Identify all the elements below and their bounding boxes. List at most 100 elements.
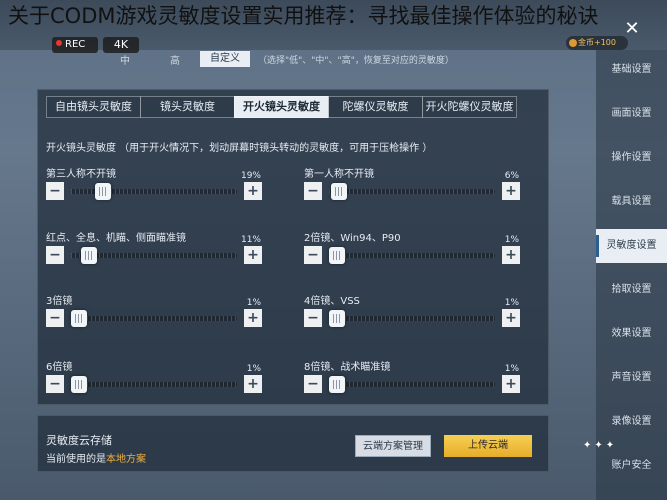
tab-firing-camera[interactable]: 开火镜头灵敏度 (234, 96, 329, 118)
increase-button[interactable]: + (502, 375, 520, 393)
slider-label: 第一人称不开镜 (304, 169, 374, 180)
cloud-storage-title: 灵敏度云存储 (46, 434, 112, 447)
sensitivity-panel: 自由镜头灵敏度 镜头灵敏度 开火镜头灵敏度 陀螺仪灵敏度 开火陀螺仪灵敏度 开火… (37, 89, 549, 405)
decrease-button[interactable]: − (46, 309, 64, 327)
increase-button[interactable]: + (244, 375, 262, 393)
quality-option-custom[interactable]: 自定义 (200, 51, 250, 67)
cloud-plan-manage-button[interactable]: 云端方案管理 (355, 435, 431, 457)
sidebar-item-controls[interactable]: 操作设置 (596, 141, 667, 175)
sidebar-item-effects[interactable]: 效果设置 (596, 317, 667, 351)
slider-value: 1% (504, 298, 519, 308)
current-plan-text: 当前使用的是本地方案 (46, 450, 146, 465)
rec-label: REC (65, 39, 86, 50)
quality-hint: （选择"低"、"中"、"高"，恢复至对应的灵敏度） (258, 55, 454, 66)
settings-sidebar: 基础设置 画面设置 操作设置 载具设置 灵敏度设置 拾取设置 效果设置 声音设置… (596, 50, 667, 500)
sparkle-icon: ✦✦✦ (583, 440, 618, 451)
decrease-button[interactable]: − (46, 246, 64, 264)
sensitivity-tab-bar: 自由镜头灵敏度 镜头灵敏度 开火镜头灵敏度 陀螺仪灵敏度 开火陀螺仪灵敏度 (46, 96, 524, 118)
increase-button[interactable]: + (244, 246, 262, 264)
current-plan-prefix: 当前使用的是 (46, 454, 106, 465)
quality-option-medium[interactable]: 中 (100, 52, 150, 67)
track-ticks (329, 253, 495, 258)
slider-group: 6倍镜 1% − + (46, 358, 262, 398)
slider-track[interactable] (329, 247, 495, 264)
slider-track[interactable] (71, 183, 237, 200)
increase-button[interactable]: + (244, 182, 262, 200)
slider-track[interactable] (329, 310, 495, 327)
slider-group: 3倍镜 1% − + (46, 292, 262, 332)
slider-value: 1% (246, 298, 261, 308)
slider-label: 6倍镜 (46, 362, 73, 373)
sidebar-item-basic[interactable]: 基础设置 (596, 53, 667, 87)
tab-camera[interactable]: 镜头灵敏度 (140, 96, 235, 118)
coin-icon (569, 39, 577, 47)
track-ticks (329, 382, 495, 387)
slider-value: 1% (504, 364, 519, 374)
decrease-button[interactable]: − (304, 246, 322, 264)
current-plan-name: 本地方案 (106, 454, 146, 465)
currency-label: 金币+100 (578, 38, 616, 47)
increase-button[interactable]: + (502, 309, 520, 327)
increase-button[interactable]: + (502, 246, 520, 264)
record-dot-icon (56, 40, 62, 46)
slider-label: 3倍镜 (46, 296, 73, 307)
slider-thumb[interactable] (329, 376, 346, 393)
tab-gyroscope[interactable]: 陀螺仪灵敏度 (328, 96, 423, 118)
slider-label: 2倍镜、Win94、P90 (304, 233, 401, 244)
sidebar-item-pickup[interactable]: 拾取设置 (596, 273, 667, 307)
track-ticks (71, 316, 237, 321)
decrease-button[interactable]: − (304, 182, 322, 200)
slider-value: 6% (504, 171, 519, 181)
slider-track[interactable] (71, 310, 237, 327)
track-ticks (329, 316, 495, 321)
decrease-button[interactable]: − (304, 309, 322, 327)
sidebar-item-sensitivity[interactable]: 灵敏度设置 (596, 229, 667, 263)
slider-value: 1% (504, 235, 519, 245)
decrease-button[interactable]: − (304, 375, 322, 393)
decrease-button[interactable]: − (46, 182, 64, 200)
slider-group: 第一人称不开镜 6% − + (304, 165, 520, 205)
slider-label: 红点、全息、机瞄、侧面瞄准镜 (46, 233, 186, 244)
slider-track[interactable] (71, 247, 237, 264)
slider-label: 4倍镜、VSS (304, 296, 360, 307)
tab-free-look[interactable]: 自由镜头灵敏度 (46, 96, 141, 118)
slider-group: 红点、全息、机瞄、侧面瞄准镜 11% − + (46, 229, 262, 269)
decrease-button[interactable]: − (46, 375, 64, 393)
section-description: 开火镜头灵敏度 （用于开火情况下，划动屏幕时镜头转动的灵敏度，可用于压枪操作 ） (46, 143, 433, 154)
sidebar-item-graphics[interactable]: 画面设置 (596, 97, 667, 131)
slider-track[interactable] (329, 376, 495, 393)
slider-group: 第三人称不开镜 19% − + (46, 165, 262, 205)
rec-badge[interactable]: REC (52, 37, 98, 53)
slider-thumb[interactable] (329, 310, 346, 327)
slider-thumb[interactable] (81, 247, 98, 264)
increase-button[interactable]: + (244, 309, 262, 327)
slider-thumb[interactable] (71, 310, 88, 327)
sidebar-item-recording[interactable]: 录像设置 (596, 405, 667, 439)
cloud-storage-panel: 灵敏度云存储 当前使用的是本地方案 云端方案管理 上传云端 (37, 415, 549, 472)
increase-button[interactable]: + (502, 182, 520, 200)
slider-group: 2倍镜、Win94、P90 1% − + (304, 229, 520, 269)
quality-preset-row: 中 高 自定义 （选择"低"、"中"、"高"，恢复至对应的灵敏度） (100, 50, 454, 68)
slider-value: 19% (240, 171, 261, 181)
sidebar-item-audio[interactable]: 声音设置 (596, 361, 667, 395)
slider-thumb[interactable] (330, 183, 347, 200)
article-headline: 关于CODM游戏灵敏度设置实用推荐：寻找最佳操作体验的秘诀 (8, 4, 599, 28)
slider-track[interactable] (329, 183, 495, 200)
tab-firing-gyroscope[interactable]: 开火陀螺仪灵敏度 (422, 96, 517, 118)
quality-option-high[interactable]: 高 (150, 52, 200, 67)
slider-value: 1% (246, 364, 261, 374)
slider-track[interactable] (71, 376, 237, 393)
slider-thumb[interactable] (329, 247, 346, 264)
upload-cloud-button[interactable]: 上传云端 (444, 435, 532, 457)
slider-thumb[interactable] (71, 376, 88, 393)
track-ticks (71, 382, 237, 387)
sidebar-item-vehicle[interactable]: 载具设置 (596, 185, 667, 219)
slider-group: 8倍镜、战术瞄准镜 1% − + (304, 358, 520, 398)
slider-thumb[interactable] (94, 183, 111, 200)
slider-label: 8倍镜、战术瞄准镜 (304, 362, 391, 373)
track-ticks (329, 189, 495, 194)
currency-badge: 金币+100 (566, 36, 628, 50)
sidebar-item-account[interactable]: 账户安全 (596, 449, 667, 483)
slider-group: 4倍镜、VSS 1% − + (304, 292, 520, 332)
slider-label: 第三人称不开镜 (46, 169, 116, 180)
